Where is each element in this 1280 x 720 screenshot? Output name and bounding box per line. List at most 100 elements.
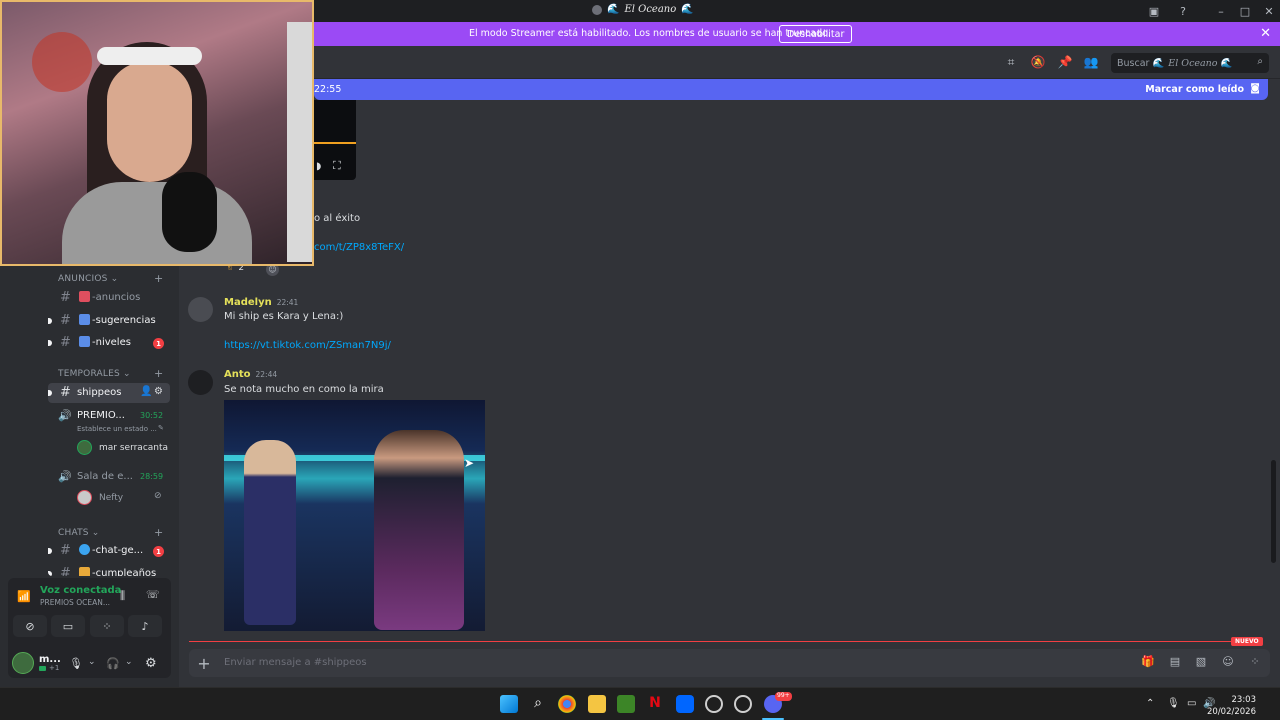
activity-icon <box>39 666 46 671</box>
globe-icon <box>79 544 90 555</box>
close-icon[interactable]: ✕ <box>1260 26 1271 41</box>
minimize-button[interactable]: – <box>1213 3 1229 19</box>
pin-icon[interactable]: 📌 <box>1057 55 1073 71</box>
gear-icon[interactable]: ⚙ <box>154 386 163 397</box>
channel-label: shippeos <box>77 387 122 398</box>
voice-channel-sala[interactable]: 🔊 Sala de e... 28:59 <box>48 469 170 489</box>
search-icon[interactable]: ⌕ <box>529 695 547 713</box>
close-window-button[interactable]: ✕ <box>1261 3 1277 19</box>
window-title-text: El Oceano <box>624 4 677 15</box>
channel-niveles[interactable]: # -niveles 1 <box>48 333 170 353</box>
invite-icon[interactable]: 👤 <box>140 386 152 397</box>
window-title: 🌊 El Oceano 🌊 <box>592 4 694 15</box>
app-icon[interactable] <box>705 695 723 713</box>
category-chats[interactable]: CHATS ⌄ <box>58 528 100 538</box>
netflix-icon[interactable]: N <box>646 695 664 713</box>
mark-as-read-button[interactable]: Marcar como leído <box>1145 84 1244 95</box>
headphones-icon[interactable]: 🎧 <box>106 657 120 670</box>
emoji-icon[interactable]: ☺ <box>1220 655 1236 671</box>
members-icon[interactable]: 👥 <box>1083 55 1099 71</box>
voice-channel-premios[interactable]: 🔊 PREMIO... 30:52 Establece un estado ..… <box>48 408 170 438</box>
voice-member[interactable]: Nefty ⊘ <box>48 489 170 509</box>
minecraft-icon[interactable] <box>617 695 635 713</box>
category-temporales[interactable]: TEMPORALES ⌄ <box>58 369 131 379</box>
voice-member[interactable]: mar serracanta <box>48 439 170 459</box>
scrollbar[interactable] <box>1271 460 1276 563</box>
screen-share-button[interactable]: ▭ <box>51 615 85 637</box>
mute-icon[interactable]: 🔕 <box>1030 55 1046 71</box>
avatar[interactable] <box>188 370 213 395</box>
add-attachment-icon[interactable]: + <box>193 652 215 674</box>
voice-channel-link[interactable]: PREMIOS OCEAN... <box>40 598 110 607</box>
headband <box>97 47 202 65</box>
soundboard-button[interactable]: ♪ <box>128 615 162 637</box>
wave-icon: 🌊 <box>1152 57 1165 69</box>
category-anuncios[interactable]: ANUNCIOS ⌄ <box>58 274 118 284</box>
inbox-icon[interactable]: ▣ <box>1146 3 1162 19</box>
channel-sugerencias[interactable]: # -sugerencias <box>48 311 170 331</box>
new-messages-divider <box>189 641 1259 642</box>
display-icon[interactable]: ▭ <box>1187 698 1196 709</box>
file-explorer-icon[interactable] <box>588 695 606 713</box>
sticker-icon[interactable]: ▧ <box>1193 655 1209 671</box>
avatar[interactable] <box>12 652 34 674</box>
gift-icon[interactable]: 🎁 <box>1140 655 1156 671</box>
chevron-down-icon[interactable]: ⌄ <box>125 657 133 667</box>
new-messages-bar[interactable]: 22:55 Marcar como leído ◙ <box>314 79 1268 100</box>
message-composer[interactable]: + Enviar mensaje a #shippeos 🎁 ▤ ▧ ☺ ⁘ <box>189 649 1270 677</box>
help-icon[interactable]: ? <box>1175 3 1191 19</box>
message-link[interactable]: https://vt.tiktok.com/ZSman7N9j/ <box>224 340 391 351</box>
message-time: 22:44 <box>255 370 278 379</box>
voice-status[interactable]: Voz conectada <box>40 585 121 596</box>
channel-shippeos[interactable]: # shippeos 👤 ⚙ <box>48 383 170 403</box>
volume-icon[interactable]: ◗ <box>316 161 321 172</box>
webcam-overlay <box>0 0 314 266</box>
camera-off-button[interactable]: ⊘ <box>13 615 47 637</box>
new-label: NUEVO <box>1231 637 1263 646</box>
video-progress-bar[interactable] <box>314 142 356 144</box>
cursor-icon: ➤ <box>464 456 475 470</box>
video-embed-partial[interactable]: ◗ ⛶ <box>314 100 356 180</box>
noise-suppression-icon[interactable]: ⫼ <box>120 589 125 603</box>
add-channel-icon[interactable]: + <box>154 272 163 285</box>
signal-icon[interactable]: 📶 <box>17 590 31 603</box>
clock[interactable]: 23:03 20/02/2026 <box>1207 694 1256 718</box>
search-input[interactable]: Buscar 🌊 El Oceano 🌊 ⌕ <box>1111 53 1269 73</box>
apps-icon[interactable]: ⁘ <box>1247 655 1263 671</box>
voice-status[interactable]: Establece un estado ... <box>77 425 157 433</box>
chevron-up-icon[interactable]: ⌃ <box>1146 698 1154 709</box>
media-player-icon[interactable] <box>734 695 752 713</box>
channel-cumpleanos[interactable]: # -cumpleaños <box>48 564 170 576</box>
windows-start-icon[interactable] <box>500 695 518 713</box>
fullscreen-icon[interactable]: ⛶ <box>333 159 341 173</box>
microphone-icon[interactable]: 🎙 <box>1167 698 1180 709</box>
channel-chat-general[interactable]: # -chat-ge... 1 <box>48 541 170 561</box>
add-channel-icon[interactable]: + <box>154 367 163 380</box>
thumbs-up-icon <box>79 314 90 325</box>
gear-icon[interactable]: ⚙ <box>145 656 157 671</box>
gif-icon[interactable]: ▤ <box>1167 655 1183 671</box>
message-input[interactable]: Enviar mensaje a #shippeos <box>224 657 367 668</box>
microphone <box>162 172 217 252</box>
disable-streamer-button[interactable]: Deshabilitar <box>779 25 853 43</box>
video-embed[interactable]: ➤ <box>224 400 485 631</box>
message-text: o al éxito <box>314 213 361 224</box>
chrome-icon[interactable] <box>558 695 576 713</box>
activities-button[interactable]: ⁘ <box>90 615 124 637</box>
message-author[interactable]: Anto 22:44 <box>224 369 277 380</box>
search-server: El Oceano <box>1168 57 1218 69</box>
chevron-down-icon[interactable]: ⌄ <box>88 657 96 667</box>
avatar[interactable] <box>188 297 213 322</box>
mention-badge: 1 <box>153 338 164 349</box>
threads-icon[interactable]: ⌗ <box>1003 55 1019 71</box>
message-author[interactable]: Madelyn 22:41 <box>224 297 298 308</box>
add-channel-icon[interactable]: + <box>154 526 163 539</box>
background-frame <box>287 22 312 262</box>
message-link[interactable]: com/t/ZP8x8TeFX/ <box>314 242 404 253</box>
disconnect-icon[interactable]: ☏ <box>146 588 160 601</box>
maximize-button[interactable]: □ <box>1237 3 1253 19</box>
channel-anuncios[interactable]: # -anuncios <box>48 288 170 308</box>
store-icon[interactable] <box>676 695 694 713</box>
microphone-icon[interactable]: 🎙 <box>69 657 83 670</box>
edit-icon[interactable]: ✎ <box>158 424 164 432</box>
